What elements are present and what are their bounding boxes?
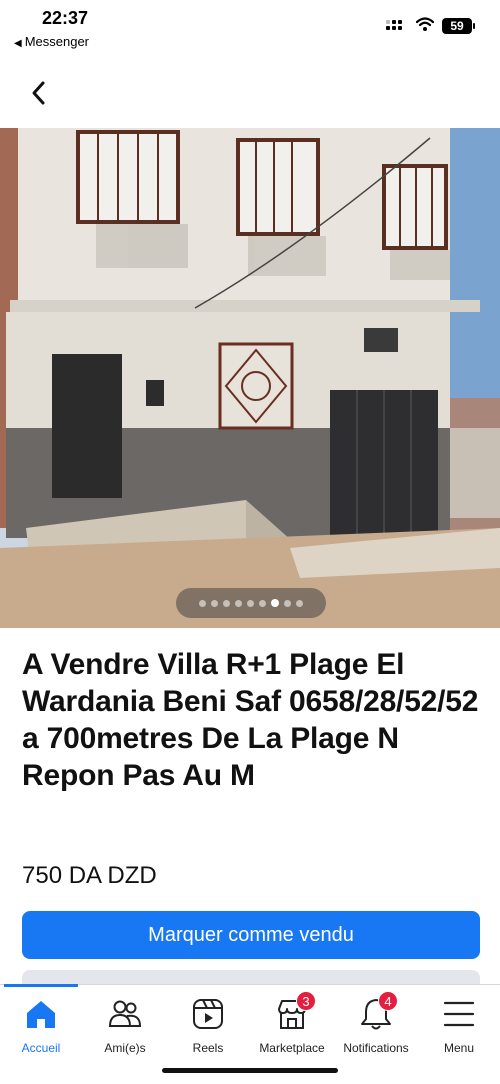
carousel-dot[interactable] [247, 599, 254, 607]
chevron-left-icon [32, 81, 45, 105]
tab-label: Accueil [21, 1041, 61, 1055]
tab-marketplace[interactable]: 3 Marketplace [247, 991, 337, 1057]
listing-price: 750 DA DZD [22, 862, 157, 889]
house-photo-illustration [0, 128, 500, 628]
back-app-label: Messenger [24, 34, 90, 49]
tab-label: Menu [443, 1041, 475, 1055]
carousel-dot[interactable] [211, 599, 218, 607]
wifi-icon [416, 17, 434, 31]
reels-icon [193, 999, 223, 1029]
back-button[interactable] [24, 78, 52, 108]
carousel-dot[interactable] [223, 599, 230, 607]
tab-amis[interactable]: Ami(e)s [80, 997, 170, 1057]
status-time: 22:37 [42, 8, 89, 28]
listing-title: A Vendre Villa R+1 Plage El Wardania Ben… [22, 648, 479, 792]
carousel-dot[interactable] [284, 599, 291, 607]
carousel-dot[interactable] [199, 599, 206, 607]
back-triangle-icon: ◀ [14, 38, 22, 49]
tab-notifications[interactable]: 4 Notifications [331, 991, 421, 1057]
active-tab-indicator [4, 984, 78, 987]
friends-icon [108, 1000, 142, 1027]
mark-as-sold-button[interactable]: Marquer comme vendu [22, 911, 480, 959]
carousel-dot[interactable] [235, 599, 242, 607]
battery-icon: 59 [442, 18, 475, 34]
carousel-dot[interactable] [259, 599, 266, 607]
carousel-indicator[interactable] [176, 588, 326, 618]
tab-label: Ami(e)s [104, 1041, 146, 1055]
listing-photo[interactable] [0, 128, 500, 628]
notifications-badge: 4 [378, 991, 398, 1011]
tab-accueil[interactable]: Accueil [0, 997, 86, 1057]
signal-icon [386, 20, 402, 30]
back-to-app-link[interactable]: ◀ Messenger [14, 34, 89, 49]
menu-icon [443, 1001, 475, 1027]
carousel-dot[interactable] [296, 599, 303, 607]
tab-reels[interactable]: Reels [163, 997, 253, 1057]
home-icon [27, 1001, 55, 1028]
status-bar: 22:37 ◀ Messenger 59 [0, 0, 500, 56]
tab-menu[interactable]: Menu [414, 997, 500, 1057]
tab-label: Reels [192, 1041, 224, 1055]
carousel-dot[interactable] [271, 599, 279, 607]
tab-label: Marketplace [259, 1041, 325, 1055]
tab-label: Notifications [343, 1041, 409, 1055]
marketplace-badge: 3 [296, 991, 316, 1011]
home-indicator [162, 1068, 338, 1073]
